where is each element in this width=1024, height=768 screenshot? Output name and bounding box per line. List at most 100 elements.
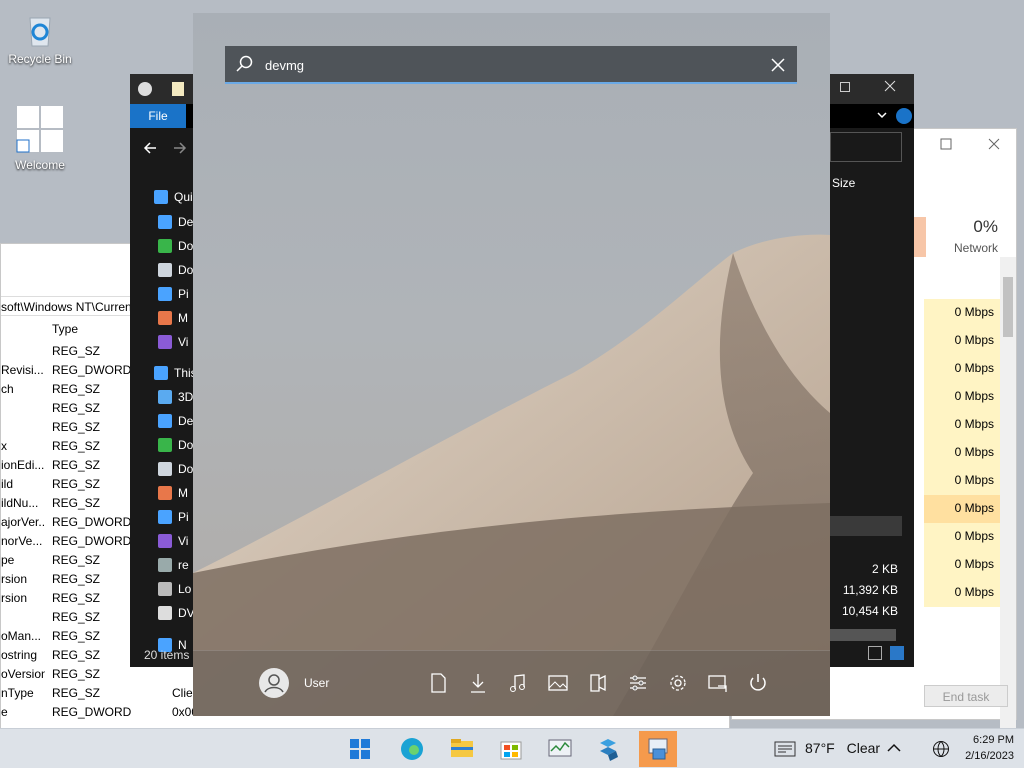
registry-value-name: ostring [1,648,38,662]
registry-value-type: REG_SZ [52,591,101,605]
folder-icon [158,215,172,229]
search-input[interactable] [265,55,745,75]
nav-pane-item[interactable]: Qui [154,190,193,204]
network-usage-cell[interactable]: 0 Mbps [924,383,1000,411]
nav-pane-label: De [178,215,194,229]
nav-pane-item[interactable]: Vi [158,534,188,548]
settings-gear-icon[interactable] [666,671,690,695]
switch-user-icon[interactable] [706,671,730,695]
registry-value-name: norVe... [1,534,43,548]
network-usage-cell[interactable]: 0 Mbps [924,579,1000,607]
registry-value-name: ildNu... [1,496,39,510]
network-usage-cell[interactable]: 0 Mbps [924,495,1000,523]
help-icon[interactable] [896,108,912,124]
control-panel-taskbar-icon[interactable] [639,731,677,767]
registry-value-name: x [1,439,7,453]
network-usage-cell[interactable]: 0 Mbps [924,327,1000,355]
edge-browser-icon[interactable] [393,731,431,767]
documents-icon[interactable] [426,671,450,695]
music-icon[interactable] [506,671,530,695]
nav-pane-item[interactable]: DV [158,606,195,620]
back-arrow-icon[interactable] [142,140,158,159]
forward-arrow-icon[interactable] [172,140,188,159]
end-task-button[interactable]: End task [924,685,1008,707]
videos-icon[interactable] [586,671,610,695]
nav-pane-item[interactable]: M [158,311,188,325]
network-globe-icon[interactable] [932,740,950,761]
desktop-icon-label: Welcome [15,158,65,172]
column-header-size[interactable]: Size [832,176,855,190]
chevron-up-icon[interactable] [886,741,902,758]
search-box[interactable] [830,132,902,162]
start-button[interactable] [341,731,379,767]
network-usage-cell[interactable]: 0 Mbps [924,523,1000,551]
registry-address-bar[interactable]: soft\Windows NT\Curren [1,296,130,316]
desktop-icon-recycle-bin[interactable]: Recycle Bin [2,12,78,66]
maximize-icon[interactable] [840,82,850,92]
clock[interactable]: 6:29 PM 2/16/2023 [962,732,1014,764]
search-bar[interactable] [225,46,797,84]
nav-pane-item[interactable]: Do [158,438,193,452]
nav-pane-item[interactable]: Do [158,462,193,476]
nav-pane-item[interactable]: De [158,215,193,229]
network-usage-cell[interactable]: 0 Mbps [924,467,1000,495]
nav-pane-label: Do [178,239,194,253]
pictures-icon[interactable] [546,671,570,695]
registry-value-type: REG_DWORD [52,363,132,377]
microsoft-store-icon[interactable] [492,731,530,767]
user-avatar[interactable] [259,668,289,698]
close-icon[interactable] [988,137,1000,153]
user-name[interactable]: User [304,676,329,690]
network-usage-cell[interactable]: 0 Mbps [924,439,1000,467]
nav-pane-item[interactable]: Do [158,239,193,253]
column-header-type[interactable]: Type [52,322,78,336]
task-manager-icon[interactable] [541,731,579,767]
nav-pane-label: 3D [178,390,194,404]
nav-pane-label: M [178,311,188,325]
folder-icon [154,190,168,204]
nav-pane-item[interactable]: Lo [158,582,191,596]
nav-pane-item[interactable]: Do [158,263,193,277]
registry-editor-icon[interactable] [590,731,628,767]
nav-pane-item[interactable]: M [158,486,188,500]
details-view-icon[interactable] [868,646,882,660]
file-explorer-icon[interactable] [443,731,481,767]
control-panel-icon[interactable] [626,671,650,695]
downloads-icon[interactable] [466,671,490,695]
nav-pane-item[interactable]: 3D [158,390,193,404]
clear-search-icon[interactable] [771,58,785,75]
nav-pane-item[interactable]: This [154,366,197,380]
tiles-view-icon[interactable] [890,646,904,660]
nav-pane-item[interactable]: Pi [158,287,189,301]
nav-pane-item[interactable]: Pi [158,510,189,524]
registry-value-name: ionEdi... [1,458,45,472]
desktop-icon-welcome[interactable]: Welcome [2,104,78,172]
file-tab[interactable]: File [130,104,186,128]
network-usage-cell[interactable]: 0 Mbps [924,551,1000,579]
weather-condition: Clear [846,740,881,756]
scrollbar-thumb[interactable] [1003,277,1013,337]
close-icon[interactable] [884,80,896,95]
temperature: 87°F [805,740,835,756]
registry-value-type: REG_DWORD [52,534,132,548]
maximize-icon[interactable] [940,137,952,153]
registry-value-type: REG_DWORD [52,515,132,529]
nav-pane-item[interactable]: re [158,558,189,572]
weather-widget[interactable]: 87°F Clear [805,740,880,756]
power-icon[interactable] [746,671,770,695]
column-header-network[interactable]: 0% Network [926,217,998,255]
nav-pane-label: Do [178,263,194,277]
folder-icon [158,390,172,404]
nav-pane-label: Pi [178,510,189,524]
chevron-down-icon[interactable] [876,109,888,124]
network-usage-cell[interactable]: 0 Mbps [924,355,1000,383]
weather-icon[interactable] [774,741,796,760]
horizontal-scrollbar[interactable] [830,629,896,641]
folder-icon [158,414,172,428]
registry-value-type: REG_SZ [52,667,101,681]
network-usage-cell[interactable]: 0 Mbps [924,299,1000,327]
network-usage-cell[interactable]: 0 Mbps [924,411,1000,439]
nav-pane-item[interactable]: De [158,414,193,428]
nav-pane-item[interactable]: Vi [158,335,188,349]
selected-row[interactable] [830,516,902,536]
